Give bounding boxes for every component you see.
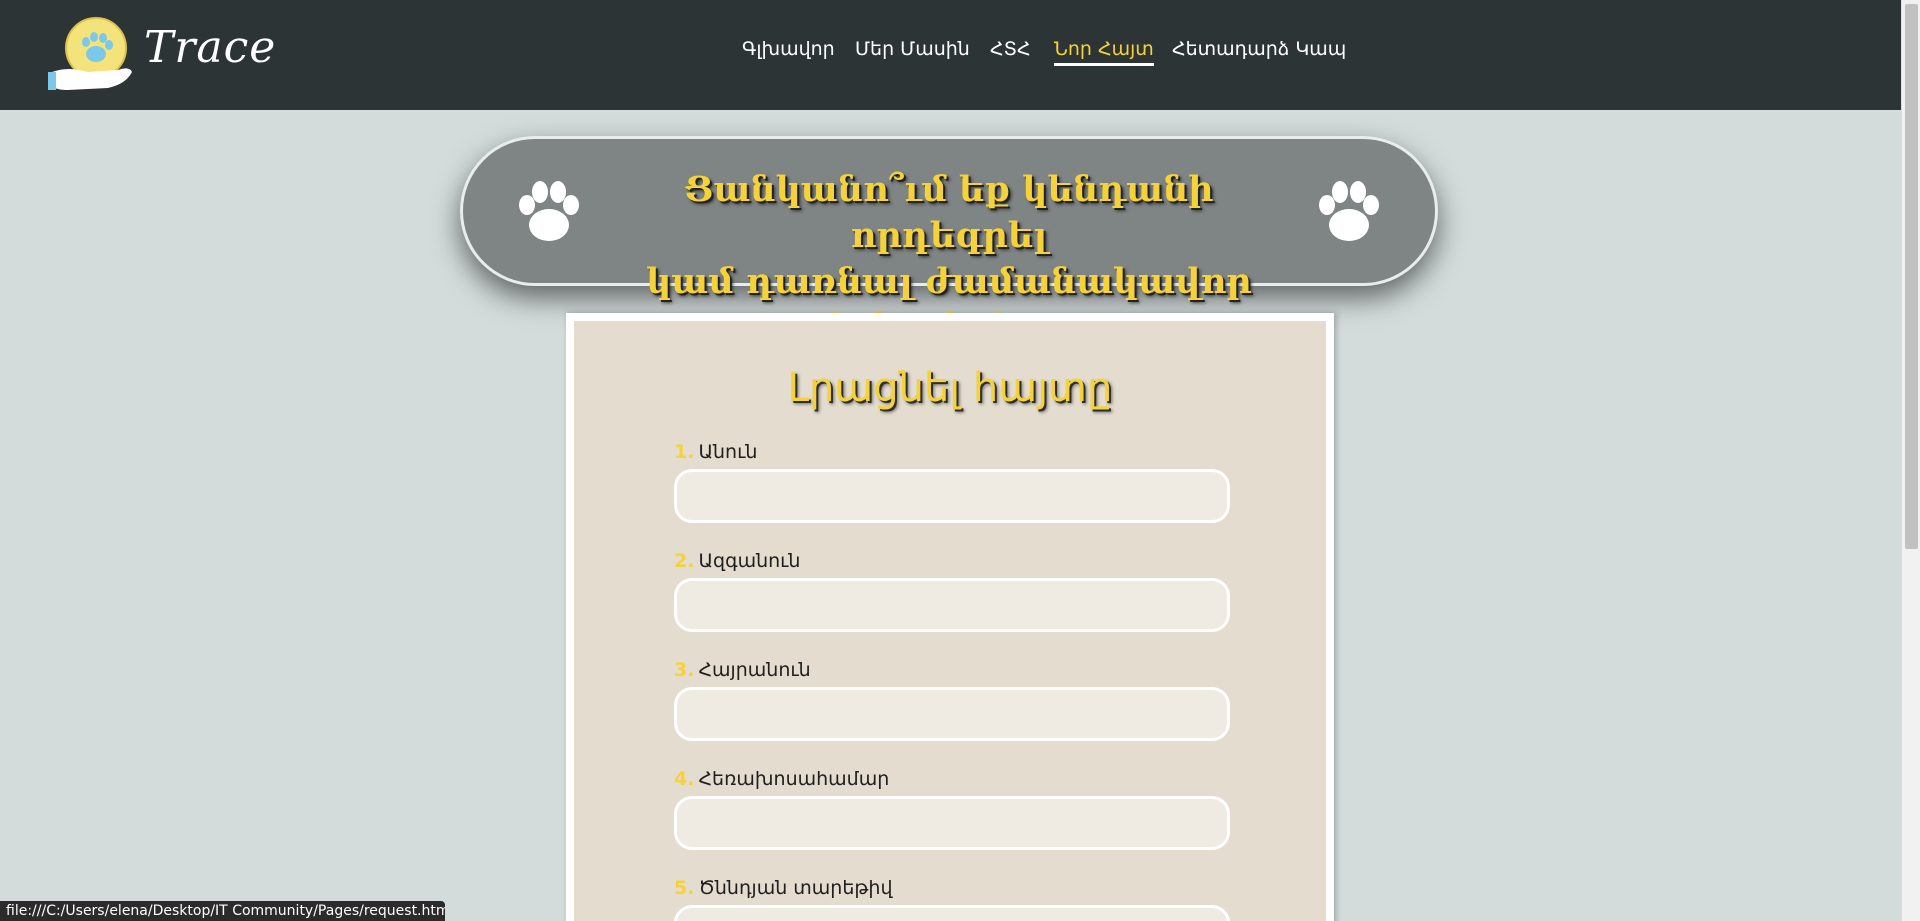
nav-item-home[interactable]: Գլխավոր (742, 38, 835, 60)
first-name-input[interactable] (674, 469, 1230, 523)
field-label: 3. Հայրանուն (674, 657, 1230, 683)
page: Trace Գլխավոր Մեր Մասին ՀՏՀ Նոր Հայտ Հետ… (0, 0, 1920, 921)
form-field-phone: 4. Հեռախոսահամար (674, 766, 1230, 850)
hero-banner: Ցանկանո՞ւմ եք կենդանի որդեգրել կամ դառնա… (460, 136, 1438, 348)
field-label-text: Հայրանուն (698, 659, 811, 681)
field-number: 2. (674, 550, 695, 572)
field-label: 5. Ծննդյան տարեթիվ (674, 875, 1230, 901)
birth-year-input[interactable] (674, 905, 1230, 921)
scrollbar-thumb[interactable] (1905, 4, 1918, 549)
banner-line-1: Ցանկանո՞ւմ եք կենդանի որդեգրել (684, 169, 1214, 256)
request-form-card: Լրացնել հայտը 1. Անուն 2. Ազգանուն 3. Հայրա… (566, 313, 1334, 921)
field-number: 4. (674, 768, 695, 790)
hand-holding-paw-icon (48, 17, 132, 90)
field-label-text: Հեռախոսահամար (698, 768, 890, 790)
nav-item-faq[interactable]: ՀՏՀ (990, 38, 1031, 60)
nav-item-about[interactable]: Մեր Մասին (855, 38, 970, 60)
form-field-last-name: 2. Ազգանուն (674, 548, 1230, 632)
patronymic-input[interactable] (674, 687, 1230, 741)
form-field-patronymic: 3. Հայրանուն (674, 657, 1230, 741)
form-title: Լրացնել հայտը (787, 365, 1113, 411)
site-header: Trace Գլխավոր Մեր Մասին ՀՏՀ Նոր Հայտ Հետ… (0, 0, 1901, 110)
field-label: 2. Ազգանուն (674, 548, 1230, 574)
paw-icon (1319, 181, 1379, 241)
field-number: 1. (674, 441, 695, 463)
field-label: 1. Անուն (674, 439, 1230, 465)
form-field-first-name: 1. Անուն (674, 439, 1230, 523)
phone-input[interactable] (674, 796, 1230, 850)
field-label-text: Ազգանուն (698, 550, 801, 572)
field-label-text: Անուն (698, 441, 758, 463)
last-name-input[interactable] (674, 578, 1230, 632)
nav-item-new-request[interactable]: Նոր Հայտ (1054, 38, 1154, 66)
logo[interactable]: Trace (48, 14, 275, 94)
field-number: 3. (674, 659, 695, 681)
field-number: 5. (674, 877, 695, 899)
vertical-scrollbar[interactable] (1901, 0, 1920, 921)
nav-item-contact[interactable]: Հետադարձ Կապ (1172, 38, 1346, 60)
field-label-text: Ծննդյան տարեթիվ (698, 877, 893, 899)
form-field-birth-year: 5. Ծննդյան տարեթիվ (674, 875, 1230, 921)
field-label: 4. Հեռախոսահամար (674, 766, 1230, 792)
paw-icon (519, 181, 579, 241)
browser-status-bar: file:///C:/Users/elena/Desktop/IT Commun… (0, 901, 445, 921)
logo-text: Trace (144, 22, 277, 73)
